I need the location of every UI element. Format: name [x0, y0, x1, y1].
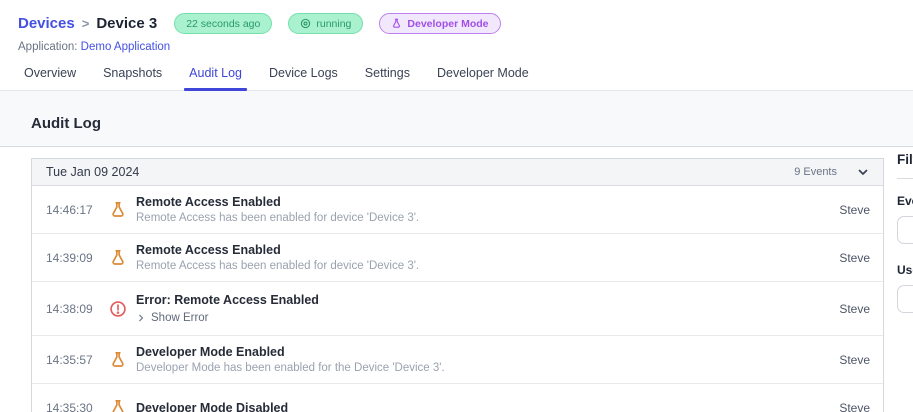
device-detail-page: Devices > Device 3 22 seconds ago runnin…	[0, 0, 913, 412]
audit-row-time: 14:35:57	[46, 352, 93, 367]
audit-row: 14:39:09 Remote Access Enabled Remote Ac…	[32, 234, 883, 282]
user-filter-input[interactable]	[897, 285, 913, 313]
device-badges: 22 seconds ago running Developer Mode	[174, 13, 501, 34]
audit-row: 14:35:30 Developer Mode Disabled Steve	[32, 384, 883, 412]
flask-icon	[112, 249, 124, 265]
audit-log-panel: Tue Jan 09 2024 9 Events 14:46:17 Remote…	[31, 158, 884, 412]
audit-row-time: 14:38:09	[46, 301, 93, 316]
tab-snapshots[interactable]: Snapshots	[102, 66, 163, 90]
audit-row-time: 14:35:30	[46, 401, 93, 412]
audit-group-date: Tue Jan 09 2024	[46, 165, 140, 179]
breadcrumb-current-device: Device 3	[96, 15, 158, 32]
audit-row-time: 14:39:09	[46, 250, 93, 265]
filter-panel: Filter Event User	[897, 152, 913, 313]
user-filter-label: User	[897, 263, 913, 277]
audit-row-time: 14:46:17	[46, 202, 93, 217]
audit-row-title: Remote Access Enabled	[136, 243, 281, 257]
flask-icon	[112, 201, 124, 217]
show-error-label: Show Error	[151, 312, 209, 324]
audit-row: 14:35:57 Developer Mode Enabled Develope…	[32, 336, 883, 384]
section-title-band: Audit Log	[0, 91, 913, 147]
flask-icon	[393, 18, 401, 28]
developer-mode-badge-label: Developer Mode	[407, 17, 489, 30]
status-badge: running	[288, 13, 364, 34]
tab-bar: Overview Snapshots Audit Log Device Logs…	[0, 66, 913, 91]
filter-divider	[897, 178, 913, 179]
chevron-down-icon[interactable]	[856, 165, 870, 179]
audit-row-description: Remote Access has been enabled for devic…	[136, 260, 420, 272]
audit-row-body: Remote Access Enabled Remote Access has …	[136, 241, 827, 274]
developer-mode-badge: Developer Mode	[379, 13, 501, 34]
audit-row-user: Steve	[839, 352, 870, 367]
audit-row-body: Remote Access Enabled Remote Access has …	[136, 193, 827, 226]
application-line: Application: Demo Application	[18, 41, 913, 53]
last-seen-badge: 22 seconds ago	[174, 13, 273, 34]
audit-row-user: Steve	[839, 250, 870, 265]
error-icon	[110, 300, 126, 317]
breadcrumb-devices-link[interactable]: Devices	[18, 15, 75, 32]
page-title: Audit Log	[31, 115, 101, 132]
audit-row-user: Steve	[839, 202, 870, 217]
page-header: Devices > Device 3 22 seconds ago runnin…	[0, 0, 913, 53]
flask-icon	[112, 400, 124, 412]
audit-row-title: Developer Mode Disabled	[136, 401, 289, 412]
status-badge-label: running	[316, 17, 352, 30]
audit-row-title: Developer Mode Enabled	[136, 345, 285, 359]
audit-row-user: Steve	[839, 301, 870, 316]
application-link[interactable]: Demo Application	[81, 41, 171, 53]
show-error-link[interactable]: Show Error	[136, 312, 827, 324]
breadcrumb-separator: >	[81, 16, 90, 31]
event-filter-input[interactable]	[897, 216, 913, 244]
tab-audit-log[interactable]: Audit Log	[184, 66, 247, 91]
audit-row-user: Steve	[839, 401, 870, 412]
audit-row-description: Developer Mode has been enabled for the …	[136, 362, 445, 374]
tab-overview[interactable]: Overview	[23, 66, 77, 90]
audit-row: 14:46:17 Remote Access Enabled Remote Ac…	[32, 186, 883, 234]
audit-group-event-count: 9 Events	[794, 166, 837, 178]
last-seen-badge-label: 22 seconds ago	[186, 17, 261, 30]
tab-settings[interactable]: Settings	[364, 66, 411, 90]
audit-row: 14:38:09 Error: Remote Access Enabled Sh…	[32, 282, 883, 336]
event-filter-label: Event	[897, 194, 913, 208]
chevron-right-icon	[139, 314, 144, 322]
audit-row-body: Error: Remote Access Enabled Show Error	[136, 291, 827, 326]
breadcrumb: Devices > Device 3 22 seconds ago runnin…	[18, 13, 913, 34]
tab-developer-mode[interactable]: Developer Mode	[436, 66, 530, 90]
audit-row-description: Remote Access has been enabled for devic…	[136, 212, 420, 224]
audit-row-body: Developer Mode Disabled	[136, 399, 827, 412]
tab-device-logs[interactable]: Device Logs	[268, 66, 339, 90]
audit-row-title: Error: Remote Access Enabled	[136, 293, 319, 307]
audit-row-title: Remote Access Enabled	[136, 195, 281, 209]
status-running-icon	[301, 18, 311, 29]
filter-panel-title: Filter	[897, 152, 913, 167]
audit-row-body: Developer Mode Enabled Developer Mode ha…	[136, 343, 827, 376]
audit-date-group-header[interactable]: Tue Jan 09 2024 9 Events	[32, 159, 883, 186]
flask-icon	[112, 351, 124, 367]
application-label: Application:	[18, 41, 78, 53]
